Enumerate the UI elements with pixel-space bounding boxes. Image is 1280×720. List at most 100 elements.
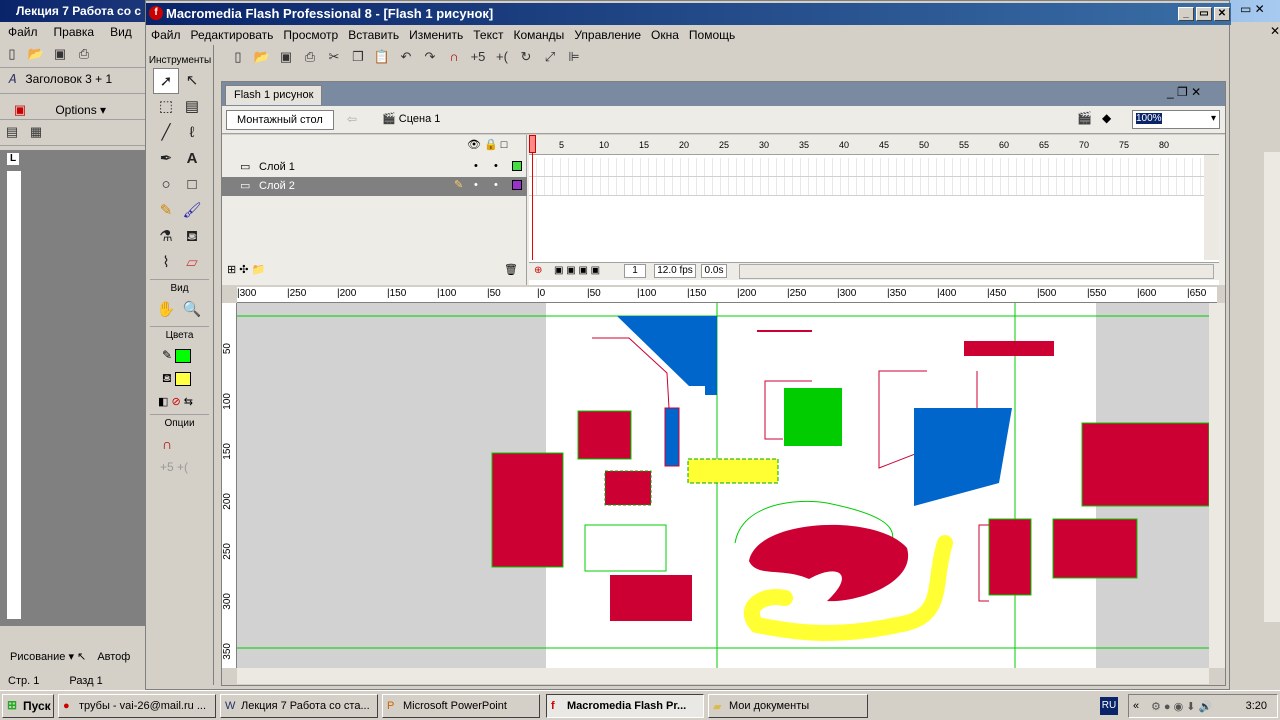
menu-file[interactable]: Файл <box>146 27 186 43</box>
stroke-color-swatch[interactable] <box>175 348 192 363</box>
layer-lock-dot[interactable]: • <box>494 160 498 172</box>
frame-row[interactable] <box>529 158 1204 177</box>
word-vertical-scrollbar[interactable] <box>1264 152 1280 622</box>
edit-scene-icon[interactable]: 🎬 <box>1077 111 1092 125</box>
pen-tool-icon[interactable]: ✒ <box>153 146 179 172</box>
word-close-pane-icon[interactable]: ✕ <box>1270 24 1280 38</box>
eraser-tool-icon[interactable]: ▱ <box>179 250 205 276</box>
menu-view[interactable]: Просмотр <box>278 27 343 43</box>
word-menu-edit[interactable]: Правка <box>54 22 95 42</box>
center-frame-icon[interactable]: ⊕ <box>534 265 542 276</box>
taskbar-item-opera[interactable]: ● трубы - vai-26@mail.ru ... <box>58 694 216 718</box>
playhead-handle[interactable] <box>529 135 536 153</box>
cut-icon[interactable]: ✂ <box>325 48 343 66</box>
rotate-icon[interactable]: ↻ <box>517 48 535 66</box>
add-guide-icon[interactable]: ✣ <box>239 264 248 276</box>
layer-visible-dot[interactable]: • <box>474 179 478 191</box>
lock-icon[interactable]: 🔒 <box>484 139 498 151</box>
word-window-controls[interactable]: ▭ ✕ <box>1240 2 1265 16</box>
tray-expand-icon[interactable]: « <box>1133 700 1139 712</box>
fill-color-swatch[interactable] <box>175 371 192 386</box>
new-icon[interactable]: ▯ <box>229 48 247 66</box>
layer-outline-color[interactable] <box>512 180 522 190</box>
stage-canvas[interactable] <box>237 303 1209 668</box>
eyedropper-tool-icon[interactable]: ⌇ <box>153 250 179 276</box>
word-menu-file[interactable]: Файл <box>8 22 38 42</box>
paint-bucket-tool-icon[interactable]: ⛾ <box>179 224 205 250</box>
back-arrow-icon[interactable]: ⇦ <box>347 112 357 126</box>
language-indicator[interactable]: RU <box>1100 697 1118 715</box>
doc-icon[interactable]: ▤ <box>3 123 21 141</box>
lasso-tool-icon[interactable]: ℓ <box>179 120 205 146</box>
red-rect[interactable] <box>577 410 632 460</box>
tab-stop-icon[interactable]: L <box>6 152 20 166</box>
zoom-tool-icon[interactable]: 🔍 <box>179 297 205 323</box>
table-icon[interactable]: ▦ <box>27 123 45 141</box>
form-icon[interactable]: ▣ <box>11 101 29 119</box>
layer-row[interactable]: ▭ Слой 1 • • <box>222 158 527 177</box>
undo-icon[interactable]: ↶ <box>397 48 415 66</box>
tray-icons[interactable]: ⚙ ● ◉ ⬇ 🔊 <box>1151 700 1212 713</box>
red-rect[interactable] <box>988 518 1032 596</box>
minimize-button[interactable]: _ <box>1178 7 1194 21</box>
stage-drawing[interactable] <box>237 303 1209 668</box>
line-tool-icon[interactable]: ╱ <box>153 120 179 146</box>
taskbar-item-flash[interactable]: f Macromedia Flash Pr... <box>546 694 704 718</box>
playhead[interactable] <box>532 135 533 260</box>
timeline-toggle-button[interactable]: Монтажный стол <box>226 110 334 130</box>
layer-visible-dot[interactable]: • <box>474 160 478 172</box>
rectangle-tool-icon[interactable]: □ <box>179 172 205 198</box>
add-folder-icon[interactable]: 📁 <box>252 264 266 276</box>
red-rect[interactable] <box>1052 518 1138 579</box>
swap-colors-icon[interactable]: ⇆ <box>184 396 193 408</box>
draw-menu[interactable]: Рисование <box>10 651 65 663</box>
snap-to-objects-icon[interactable]: ∩ <box>146 432 213 452</box>
timeline-scrollbar[interactable] <box>1204 155 1219 260</box>
align-icon[interactable]: ⊫ <box>565 48 583 66</box>
zoom-select[interactable]: 100% ▾ <box>1132 110 1220 129</box>
document-tab[interactable]: Flash 1 рисунок <box>225 85 323 105</box>
menu-insert[interactable]: Вставить <box>343 27 404 43</box>
straighten-icon[interactable]: +( <box>493 48 511 66</box>
document-window-controls[interactable]: _ ❐ ✕ <box>1167 85 1201 99</box>
save-icon[interactable]: ▣ <box>277 48 295 66</box>
paste-icon[interactable]: 📋 <box>373 48 391 66</box>
maximize-button[interactable]: ▭ <box>1196 7 1212 21</box>
hand-tool-icon[interactable]: ✋ <box>153 297 179 323</box>
red-rect[interactable] <box>491 452 564 568</box>
copy-icon[interactable]: ❐ <box>349 48 367 66</box>
outline-icon[interactable]: □ <box>501 139 508 151</box>
smooth-icon[interactable]: +5 <box>469 48 487 66</box>
red-rect-selected[interactable] <box>604 470 652 506</box>
menu-edit[interactable]: Редактировать <box>186 27 279 43</box>
frame-rate[interactable]: 12.0 fps <box>654 264 696 278</box>
redo-icon[interactable]: ↷ <box>421 48 439 66</box>
menu-modify[interactable]: Изменить <box>404 27 468 43</box>
ink-bottle-tool-icon[interactable]: ⚗ <box>153 224 179 250</box>
menu-text[interactable]: Текст <box>468 27 508 43</box>
options-button[interactable]: Options <box>55 103 96 117</box>
green-square[interactable] <box>784 388 842 446</box>
taskbar-item-documents[interactable]: ▰ Мои документы <box>708 694 868 718</box>
eye-icon[interactable]: 👁 <box>467 139 481 151</box>
menu-help[interactable]: Помощь <box>684 27 740 43</box>
style-select[interactable]: Заголовок 3 + 1 <box>25 72 112 86</box>
onion-skin-icons[interactable]: ▣ ▣ ▣ ▣ <box>554 265 600 276</box>
layer-outline-color[interactable] <box>512 161 522 171</box>
fill-color-row[interactable]: ⛾ <box>146 363 213 387</box>
red-rect[interactable] <box>1081 422 1209 507</box>
red-rect[interactable] <box>610 575 692 621</box>
add-layer-icon[interactable]: ⊞ <box>227 264 236 276</box>
frame-row[interactable] <box>529 177 1204 196</box>
free-transform-tool-icon[interactable]: ⬚ <box>153 94 179 120</box>
layer-row[interactable]: ▭ Слой 2 ✎ • • <box>222 177 527 196</box>
arrow-tool-icon[interactable]: ➚ <box>153 68 179 94</box>
stage-horizontal-scrollbar[interactable] <box>237 668 1209 684</box>
black-white-icon[interactable]: ◧ <box>158 396 168 408</box>
snap-magnet-icon[interactable]: ∩ <box>445 48 463 66</box>
layer-lock-dot[interactable]: • <box>494 179 498 191</box>
frame-ruler[interactable]: 15101520253035404550556065707580 <box>529 135 1219 155</box>
smooth-straighten-icons[interactable]: +5 +( <box>146 452 213 474</box>
open-icon[interactable]: 📂 <box>253 48 271 66</box>
no-color-icon[interactable]: ⊘ <box>171 396 180 408</box>
